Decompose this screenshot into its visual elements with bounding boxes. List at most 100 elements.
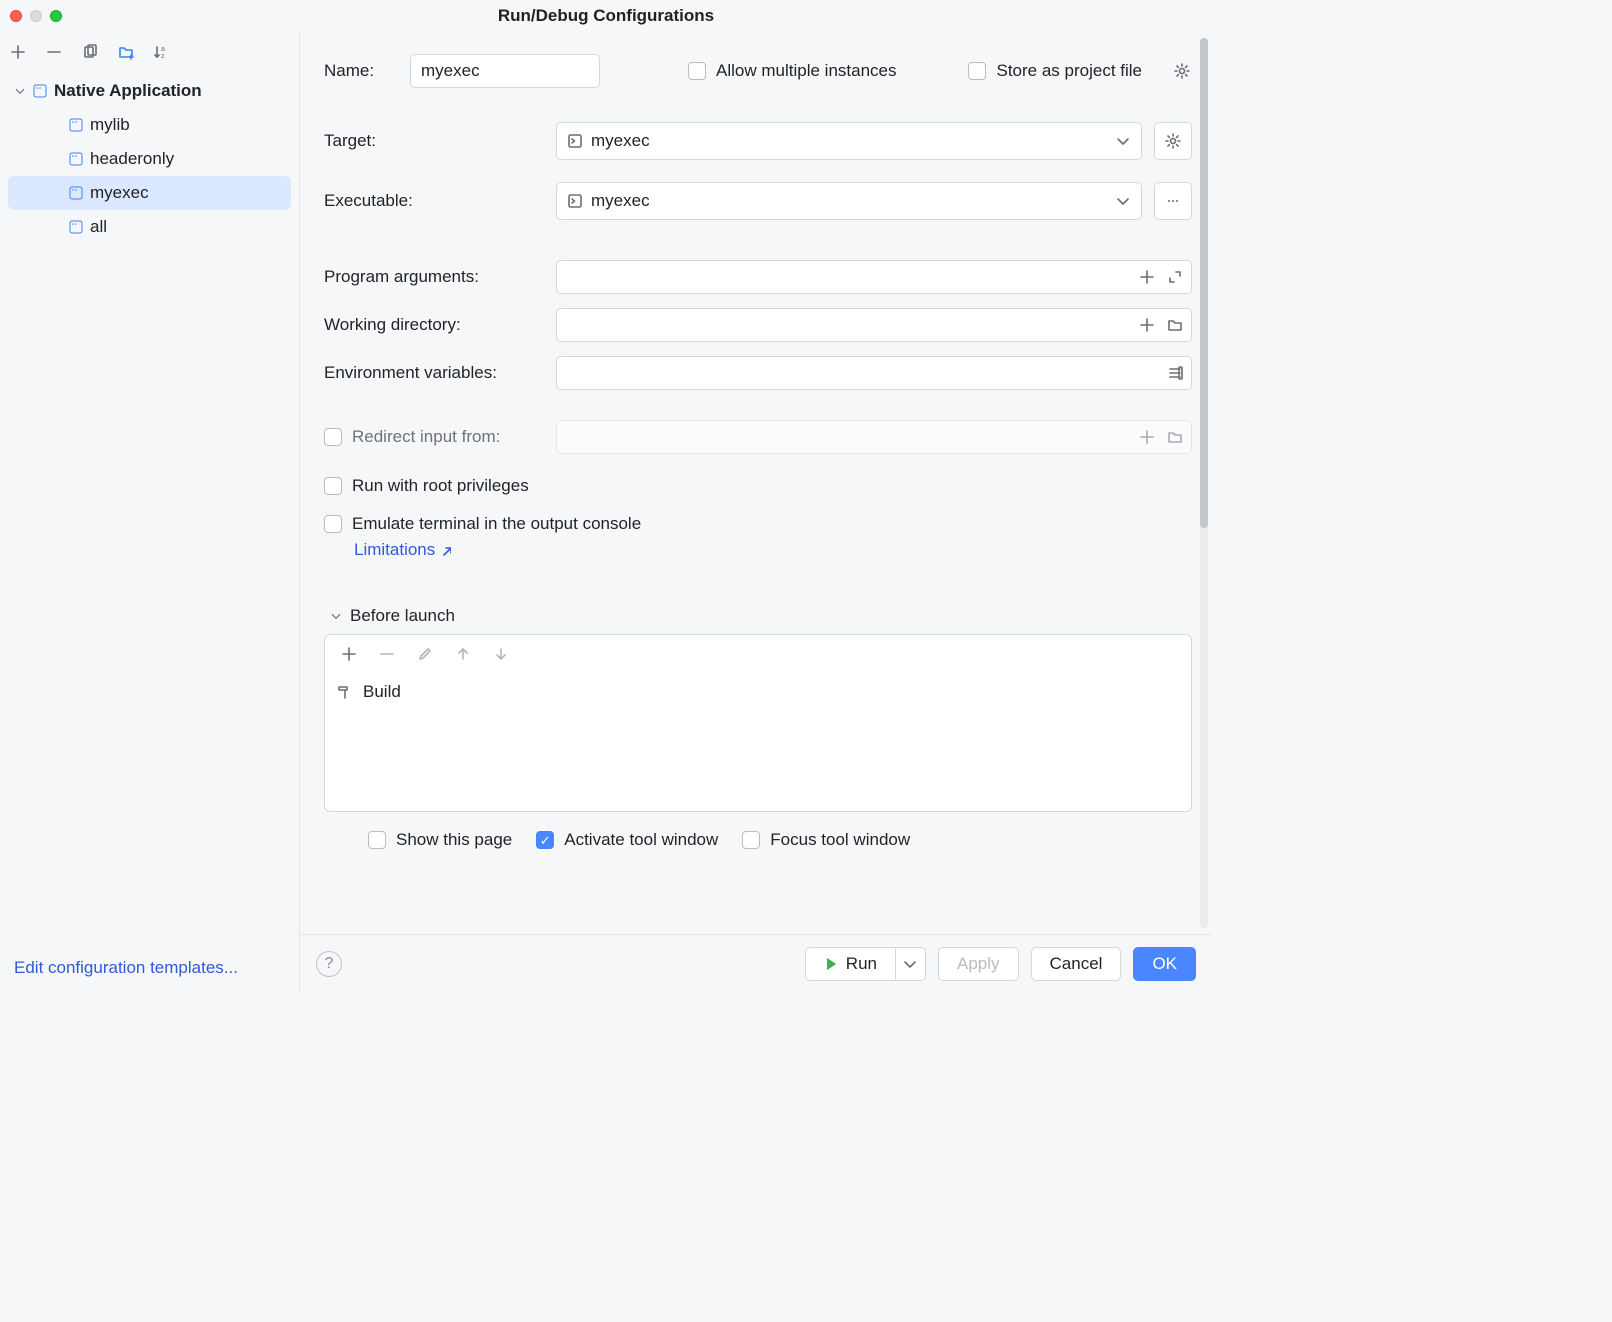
- run-debug-config-window: Run/Debug Configurations Native Applicat…: [0, 0, 1212, 992]
- limitations-link[interactable]: Limitations: [354, 540, 451, 560]
- exec-icon: [567, 133, 583, 149]
- app-icon: [32, 83, 48, 99]
- hammer-icon: [337, 684, 353, 700]
- config-item-label: mylib: [90, 115, 130, 135]
- env-vars-input[interactable]: [556, 356, 1192, 390]
- working-dir-input[interactable]: [556, 308, 1192, 342]
- app-icon: [68, 219, 84, 235]
- before-move-up-button[interactable]: [453, 644, 473, 664]
- browse-folder-icon[interactable]: [1167, 317, 1183, 333]
- executable-value: myexec: [591, 191, 650, 211]
- config-sidebar: Native Application mylib headeronly myex…: [0, 32, 300, 992]
- store-project-settings-icon[interactable]: [1172, 61, 1192, 81]
- env-vars-label: Environment variables:: [324, 363, 544, 383]
- target-value: myexec: [591, 131, 650, 151]
- store-project-label: Store as project file: [996, 61, 1142, 81]
- before-launch-item-build[interactable]: Build: [337, 682, 1179, 702]
- ok-button[interactable]: OK: [1133, 947, 1196, 981]
- activate-tool-window-checkbox[interactable]: Activate tool window: [536, 830, 718, 850]
- allow-multiple-checkbox[interactable]: Allow multiple instances: [688, 61, 896, 81]
- root-privileges-label: Run with root privileges: [352, 476, 529, 496]
- program-args-label: Program arguments:: [324, 267, 544, 287]
- config-item-mylib[interactable]: mylib: [0, 108, 299, 142]
- executable-select[interactable]: myexec: [556, 182, 1142, 220]
- group-label: Native Application: [54, 81, 202, 101]
- activate-tool-window-label: Activate tool window: [564, 830, 718, 850]
- focus-tool-window-label: Focus tool window: [770, 830, 910, 850]
- window-titlebar: Run/Debug Configurations: [0, 0, 1212, 32]
- apply-button-label: Apply: [957, 954, 1000, 974]
- env-list-icon[interactable]: [1167, 365, 1183, 381]
- target-select[interactable]: myexec: [556, 122, 1142, 160]
- vertical-scrollbar[interactable]: [1200, 38, 1208, 928]
- root-privileges-checkbox[interactable]: Run with root privileges: [324, 476, 1192, 496]
- before-remove-button[interactable]: [377, 644, 397, 664]
- target-settings-button[interactable]: [1154, 122, 1192, 160]
- close-window-button[interactable]: [10, 10, 22, 22]
- config-group-native-application[interactable]: Native Application: [0, 74, 299, 108]
- chevron-down-icon: [1115, 133, 1131, 149]
- insert-macro-icon[interactable]: [1139, 317, 1155, 333]
- show-this-page-label: Show this page: [396, 830, 512, 850]
- name-label: Name:: [324, 61, 384, 81]
- before-launch-label: Before launch: [350, 606, 455, 626]
- before-add-button[interactable]: [339, 644, 359, 664]
- add-config-button[interactable]: [8, 42, 28, 62]
- help-button[interactable]: ?: [316, 951, 342, 977]
- ok-button-label: OK: [1152, 954, 1177, 974]
- config-item-myexec[interactable]: myexec: [8, 176, 291, 210]
- before-move-down-button[interactable]: [491, 644, 511, 664]
- show-this-page-checkbox[interactable]: Show this page: [368, 830, 512, 850]
- config-item-label: myexec: [90, 183, 149, 203]
- program-args-input[interactable]: [556, 260, 1192, 294]
- app-icon: [68, 117, 84, 133]
- copy-config-button[interactable]: [80, 42, 100, 62]
- executable-label: Executable:: [324, 191, 544, 211]
- minimize-window-button[interactable]: [30, 10, 42, 22]
- config-item-label: all: [90, 217, 107, 237]
- focus-tool-window-checkbox[interactable]: Focus tool window: [742, 830, 910, 850]
- emulate-terminal-checkbox[interactable]: Emulate terminal in the output console: [324, 514, 1192, 534]
- executable-browse-button[interactable]: [1154, 182, 1192, 220]
- emulate-terminal-label: Emulate terminal in the output console: [352, 514, 641, 534]
- remove-config-button[interactable]: [44, 42, 64, 62]
- target-label: Target:: [324, 131, 544, 151]
- redirect-input-field: [556, 420, 1192, 454]
- working-dir-label: Working directory:: [324, 315, 544, 335]
- before-edit-button[interactable]: [415, 644, 435, 664]
- app-icon: [68, 151, 84, 167]
- before-launch-toolbar: [324, 634, 1192, 672]
- before-launch-list[interactable]: Build: [324, 672, 1192, 812]
- config-tree: Native Application mylib headeronly myex…: [0, 70, 299, 948]
- redirect-input-checkbox[interactable]: Redirect input from:: [324, 427, 544, 447]
- sort-az-button[interactable]: [152, 42, 172, 62]
- insert-macro-icon: [1139, 429, 1155, 445]
- exec-icon: [567, 193, 583, 209]
- config-item-headeronly[interactable]: headeronly: [0, 142, 299, 176]
- apply-button[interactable]: Apply: [938, 947, 1019, 981]
- sidebar-toolbar: [0, 32, 299, 70]
- chevron-down-icon: [14, 85, 26, 97]
- folder-add-button[interactable]: [116, 42, 136, 62]
- run-button-label: Run: [846, 954, 877, 974]
- run-split-button[interactable]: Run: [805, 947, 926, 981]
- config-form-panel: Name: Allow multiple instances Store as …: [300, 32, 1212, 992]
- run-icon: [824, 957, 838, 971]
- insert-macro-icon[interactable]: [1139, 269, 1155, 285]
- dialog-footer: ? Run Apply Cancel OK: [300, 934, 1212, 992]
- run-dropdown-button[interactable]: [896, 947, 926, 981]
- config-item-label: headeronly: [90, 149, 174, 169]
- before-launch-item-label: Build: [363, 682, 401, 702]
- store-project-file-checkbox[interactable]: Store as project file: [968, 61, 1142, 81]
- expand-field-icon[interactable]: [1167, 269, 1183, 285]
- before-launch-header[interactable]: Before launch: [330, 606, 1192, 626]
- cancel-button[interactable]: Cancel: [1031, 947, 1122, 981]
- config-item-all[interactable]: all: [0, 210, 299, 244]
- browse-folder-icon: [1167, 429, 1183, 445]
- zoom-window-button[interactable]: [50, 10, 62, 22]
- name-input[interactable]: [410, 54, 600, 88]
- edit-templates-link[interactable]: Edit configuration templates...: [14, 958, 238, 977]
- redirect-input-label: Redirect input from:: [352, 427, 500, 447]
- cancel-button-label: Cancel: [1050, 954, 1103, 974]
- chevron-down-icon: [1115, 193, 1131, 209]
